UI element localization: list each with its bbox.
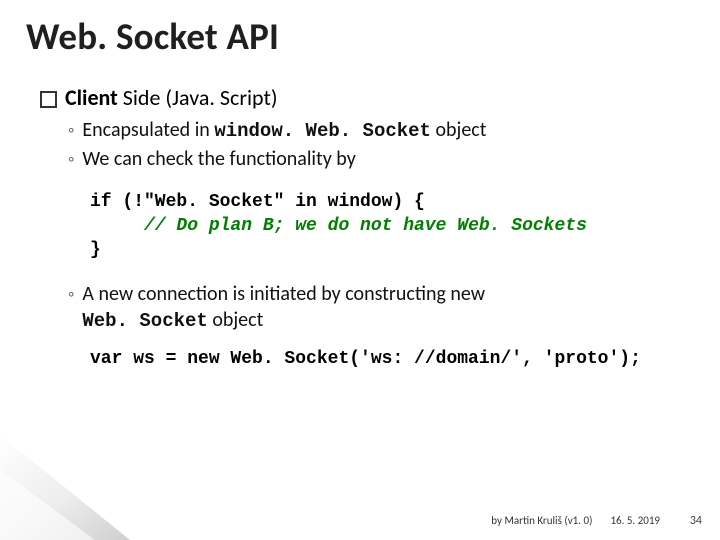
code-l2-comment: // Do plan B; we do not have Web. Socket… bbox=[144, 216, 587, 236]
code-block-2: var ws = new Web. Socket('ws: //domain/'… bbox=[90, 349, 700, 369]
slide-number: 34 bbox=[678, 514, 702, 528]
sub-a-prefix: Encapsulated in bbox=[82, 118, 214, 142]
bullet1-bold: Client bbox=[65, 84, 118, 111]
circle-bullet-icon: ◦ bbox=[68, 119, 74, 142]
sub-a-code: window. Web. Socket bbox=[214, 120, 431, 142]
footer-author: by Martin Kruliš (v1. 0) bbox=[491, 514, 592, 527]
slide-footer: by Martin Kruliš (v1. 0) 16. 5. 2019 34 bbox=[491, 514, 702, 528]
sub-a: Encapsulated in window. Web. Socket obje… bbox=[82, 117, 486, 144]
sub-c-code: Web. Socket bbox=[82, 310, 207, 332]
bullet1-rest: Side (Java. Script) bbox=[118, 84, 278, 111]
code-l3: } bbox=[90, 240, 101, 260]
code-block-1: if (!"Web. Socket" in window) { // Do pl… bbox=[90, 190, 700, 263]
footer-date: 16. 5. 2019 bbox=[610, 514, 660, 527]
sub-c-line1: A new connection is initiated by constru… bbox=[82, 282, 485, 306]
bullet-level2: ◦ Encapsulated in window. Web. Socket ob… bbox=[68, 117, 700, 144]
circle-bullet-icon: ◦ bbox=[68, 283, 74, 306]
slide-title: Web. Socket API bbox=[26, 14, 279, 59]
bullet-level2: ◦ We can check the functionality by bbox=[68, 146, 700, 172]
bullet-level2: ◦ A new connection is initiated by const… bbox=[68, 281, 700, 334]
circle-bullet-icon: ◦ bbox=[68, 148, 74, 171]
sub-a-suffix: object bbox=[431, 118, 486, 142]
content-area: Client Side (Java. Script) ◦ Encapsulate… bbox=[40, 84, 700, 369]
sub-c-suffix: object bbox=[208, 308, 263, 332]
code-l1: if (!"Web. Socket" in window) { bbox=[90, 192, 425, 212]
sub-b: We can check the functionality by bbox=[82, 146, 355, 172]
decorative-wedge bbox=[0, 430, 140, 540]
square-bullet-icon bbox=[40, 91, 57, 108]
bullet-level1: Client Side (Java. Script) bbox=[40, 84, 700, 111]
bullet1-text: Client Side (Java. Script) bbox=[65, 84, 278, 111]
code-l2-indent bbox=[90, 216, 144, 236]
sub-c: A new connection is initiated by constru… bbox=[82, 281, 485, 334]
